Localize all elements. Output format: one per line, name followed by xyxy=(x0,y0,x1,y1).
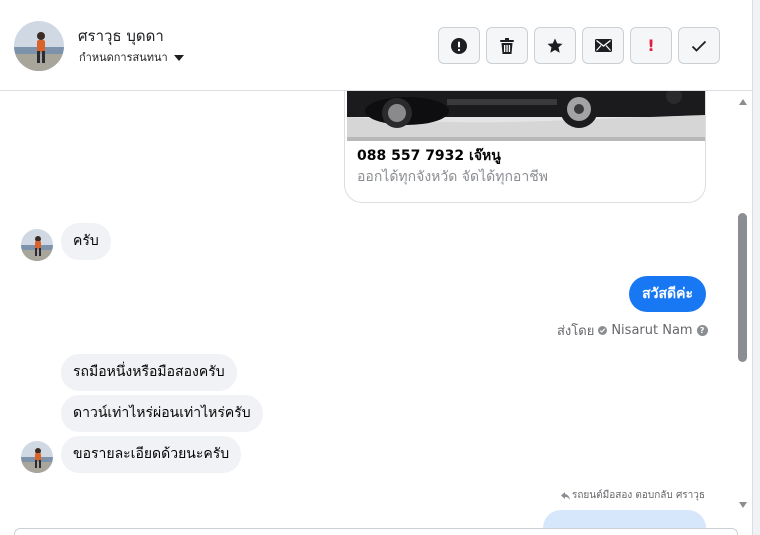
ad-card-subtitle: ออกได้ทุกจังหวัด จัดได้ทุกอาชีพ xyxy=(357,169,548,185)
window-edge xyxy=(752,0,760,535)
verified-dot-icon xyxy=(598,326,608,335)
sent-by-prefix: ส่งโดย xyxy=(557,324,595,339)
contact-avatar[interactable] xyxy=(14,21,64,71)
sent-by-info: ส่งโดย Nisarut Nam ? xyxy=(557,320,708,341)
star-button[interactable] xyxy=(534,27,576,64)
exclamation-circle-icon xyxy=(451,37,467,54)
incoming-message[interactable]: ครับ xyxy=(61,223,111,260)
mark-spam-button[interactable] xyxy=(438,27,480,64)
scroll-up-arrow-icon[interactable] xyxy=(739,99,747,105)
reply-arrow-icon xyxy=(561,491,570,500)
conversation-label-dropdown[interactable]: กำหนดการสนทนา xyxy=(79,48,184,66)
contact-name[interactable]: ศราวุธ บุดดา xyxy=(78,24,164,48)
delete-button[interactable] xyxy=(486,27,528,64)
exclamation-icon: ! xyxy=(647,36,655,55)
message-composer[interactable] xyxy=(14,528,738,535)
star-icon xyxy=(547,38,563,53)
conversation-label-text: กำหนดการสนทนา xyxy=(79,51,168,64)
contact-avatar-small xyxy=(21,441,53,473)
conversation-actions: ! xyxy=(438,27,720,64)
scrollbar-thumb[interactable] xyxy=(738,213,747,362)
thread-scrollbar[interactable] xyxy=(735,92,752,514)
sent-by-name: Nisarut Nam xyxy=(611,323,693,338)
contact-avatar-small xyxy=(21,229,53,261)
scroll-down-arrow-icon[interactable] xyxy=(739,502,747,508)
checkmark-icon xyxy=(691,40,707,52)
ad-photo xyxy=(347,91,705,141)
reply-context-text: รถยนต์มือสอง ตอบกลับ ศราวุธ xyxy=(572,490,705,501)
mark-done-button[interactable] xyxy=(678,27,720,64)
conversation-header: ศราวุธ บุดดา กำหนดการสนทนา ! xyxy=(0,0,752,91)
envelope-icon xyxy=(594,39,612,52)
ad-card-title: 088 557 7932 เจ๊หนู xyxy=(357,148,501,164)
caret-down-icon xyxy=(173,54,184,61)
shared-ad-card[interactable]: 088 557 7932 เจ๊หนู ออกได้ทุกจังหวัด จัด… xyxy=(344,91,706,203)
outgoing-message[interactable]: สวัสดีค่ะ xyxy=(629,276,706,312)
outgoing-reply-preview[interactable] xyxy=(543,510,706,530)
reply-context: รถยนต์มือสอง ตอบกลับ ศราวุธ xyxy=(561,488,705,503)
incoming-message[interactable]: ขอรายละเอียดด้วยนะครับ xyxy=(61,436,242,473)
incoming-message[interactable]: รถมือหนึ่งหรือมือสองครับ xyxy=(61,354,237,391)
incoming-message[interactable]: ดาวน์เท่าไหร่ผ่อนเท่าไหร่ครับ xyxy=(61,395,263,432)
follow-up-button[interactable]: ! xyxy=(630,27,672,64)
trash-icon xyxy=(500,37,514,54)
mark-unread-button[interactable] xyxy=(582,27,624,64)
help-question-icon[interactable]: ? xyxy=(696,325,708,336)
